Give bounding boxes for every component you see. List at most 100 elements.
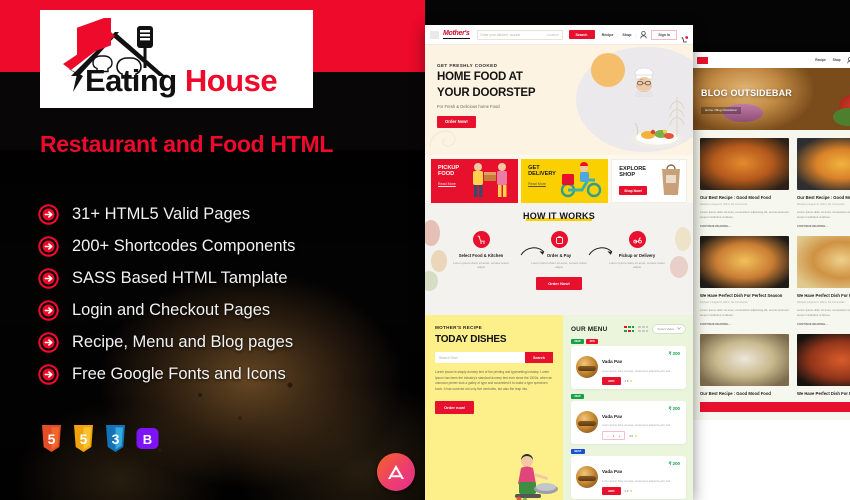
arrow-circle-icon [38,363,59,385]
blog-post-card[interactable]: Our Best Recipe : Good Mood Food [700,333,789,396]
post-title[interactable]: We Have Perfect Dish For Perfect Season [700,293,789,298]
dish-search-input[interactable]: Search Dish [435,352,525,363]
user-icon[interactable] [640,26,647,44]
grid-view-icon[interactable] [624,325,635,333]
menu-item-description: Lorem ipsum dolor sit amet, consectetur … [602,369,673,373]
menu-item-tags: NEW [571,393,686,399]
hero-title-line2: YOUR DOORSTEP [437,86,536,99]
continue-reading-link[interactable]: CONTINUE READING... [700,322,789,326]
continue-reading-link[interactable]: CONTINUE READING... [797,224,850,228]
lettuce-graphic [833,108,850,126]
nav-separator: | [843,58,845,62]
wheat-decoration [663,91,691,137]
list-item: Recipe, Menu and Blog pages [38,326,398,358]
nav-shop[interactable]: Shop [622,33,631,37]
post-title[interactable]: We Have Perfect Dish For Perfect Season [797,293,850,298]
sign-in-button[interactable]: Sign In [651,29,677,40]
brand-watermark-icon [377,453,415,491]
page-title: Restaurant and Food HTML [40,131,334,157]
blog-logo[interactable] [697,56,708,64]
menu-filter-select[interactable]: Select Value [652,324,686,334]
post-title[interactable]: Our Best Recipe : Good Mood Food [700,391,789,396]
post-thumbnail [700,235,789,288]
hero-subtitle: For Fresh & Delicious home Food [437,103,500,109]
tag-new: NEW [571,393,585,399]
search-button[interactable]: Search [568,30,595,39]
blog-post-card[interactable]: Our Best Recipe : Good Mood Food Recipes… [797,138,850,228]
chef-illustration [631,67,657,97]
search-placeholder: Enter your kitchen, cuisine [480,32,521,37]
how-it-works-title: HOW IT WORKS [523,211,595,221]
menu-icon[interactable] [430,30,439,39]
location-label[interactable]: Location [546,33,561,37]
increment-button[interactable]: + [618,434,620,438]
add-to-cart-button[interactable]: ADD [602,486,621,495]
post-title[interactable]: Our Best Recipe : Good Mood Food [700,195,789,200]
pickup-food-card[interactable]: PICKUP FOOD Read More [431,159,519,203]
grocery-bag-illustration [658,160,684,202]
post-meta: Recipes | August 9, 2021 | No Comments [797,301,845,305]
feature-label: 31+ HTML5 Valid Pages [72,204,251,223]
menu-item-card[interactable]: Vada Pav Lorem ipsum dolor sit amet, con… [571,346,686,389]
menu-item-card[interactable]: Vada Pav Lorem ipsum dolor sit amet, con… [571,400,686,445]
post-title[interactable]: Our Best Recipe : Good Mood Food [797,195,850,200]
homepage-mockup[interactable]: Mother's Enter your kitchen, cuisine Loc… [425,25,693,500]
svg-text:3: 3 [112,431,120,447]
site-logo[interactable]: Mother's [443,30,470,39]
dish-search-button[interactable]: Search [525,352,553,363]
svg-text:B: B [143,432,152,447]
blog-page-mockup[interactable]: Recipe | Shop | Sign In BLOG OUTSIDEBAR … [693,52,850,500]
menu-item-price: ₹ 200 [668,351,680,356]
quantity-stepper[interactable]: −1 + [602,431,626,441]
menu-item-tags: NEW 30% [571,339,686,344]
post-excerpt: Lorem ipsum dolor sit amet, consectetur … [797,210,850,220]
blog-footer-bar [700,402,850,413]
list-item: 31+ HTML5 Valid Pages [38,198,398,230]
menu-filter-label: Select Value [657,327,674,331]
menu-item-card[interactable]: Vada Pav Lorem ipsum dolor sit amet, con… [571,456,686,499]
add-to-cart-button[interactable]: ADD [602,376,621,385]
get-delivery-card[interactable]: GET DELIVERY Read More [521,159,609,203]
mothers-recipe-order-button[interactable]: Order now! [435,401,475,415]
continue-reading-link[interactable]: CONTINUE READING... [700,224,789,228]
list-item: Login and Checkout Pages [38,294,398,326]
blog-post-card[interactable]: We Have Perfect Dish For Perfect Season … [797,235,850,326]
blog-post-card[interactable]: Our Best Recipe : Good Mood Food Recipes… [700,138,789,228]
bag-icon [550,231,568,248]
blog-post-card[interactable]: We Have Perfect Dish For Perfect Season [797,333,850,396]
menu-item-name: Vada Pav [602,413,623,419]
feature-cards-row: PICKUP FOOD Read More GET DELIVERY Read … [431,159,688,203]
cart-icon[interactable] [681,31,689,42]
how-it-works-order-button[interactable]: Order Now! [536,276,582,290]
shop-now-button[interactable]: Shop Now! [619,186,647,196]
list-view-icon[interactable] [638,325,649,333]
svg-text:5: 5 [80,431,88,447]
mothers-recipe-paragraph: Lorem ipsum is simply dummy text of the … [435,370,553,391]
blog-nav-shop[interactable]: Shop [833,58,841,62]
mothers-recipe-kicker: MOTHER'S RECIPE [435,325,482,330]
blog-post-card[interactable]: We Have Perfect Dish For Perfect Season … [700,235,789,326]
explore-shop-card[interactable]: EXPLORE SHOP Shop Now! [611,159,688,203]
feature-label: 200+ Shortcodes Components [72,236,296,255]
menu-view-tools: Select Value [624,324,686,334]
nav-recipe[interactable]: Recipe [602,33,614,37]
menu-item-description: Lorem ipsum dolor sit amet, consectetur … [602,424,673,428]
search-input[interactable]: Enter your kitchen, cuisine Location [476,29,563,40]
logo-wordmark: Eating House [85,65,278,96]
nav-separator: | [617,32,619,37]
hero-order-now-button[interactable]: Order Now! [437,115,476,128]
step-pickup-delivery: Pickup or Delivery Lorem ipsum dolor sit… [609,231,665,270]
continue-reading-link[interactable]: CONTINUE READING... [797,322,850,326]
step-description: Lorem ipsum dolor sit amet, consec tetue… [531,260,587,270]
post-excerpt: Lorem ipsum dolor sit amet, consectetur … [700,308,789,318]
tag-best: BEST [571,449,585,455]
breadcrumb: Home / Blog Outsidebar [701,106,742,114]
feature-label: SASS Based HTML Tamplate [72,268,288,287]
dish-search-bar[interactable]: Search Dish Search [435,352,553,363]
our-menu-title: OUR MENU [571,325,608,333]
decrement-button[interactable]: − [607,434,609,438]
bootstrap-badge: B [136,425,159,452]
mothers-recipe-section: MOTHER'S RECIPE TODAY DISHES Search Dish… [425,315,563,500]
blog-nav-recipe[interactable]: Recipe [815,58,825,62]
post-title[interactable]: We Have Perfect Dish For Perfect Season [797,391,850,396]
